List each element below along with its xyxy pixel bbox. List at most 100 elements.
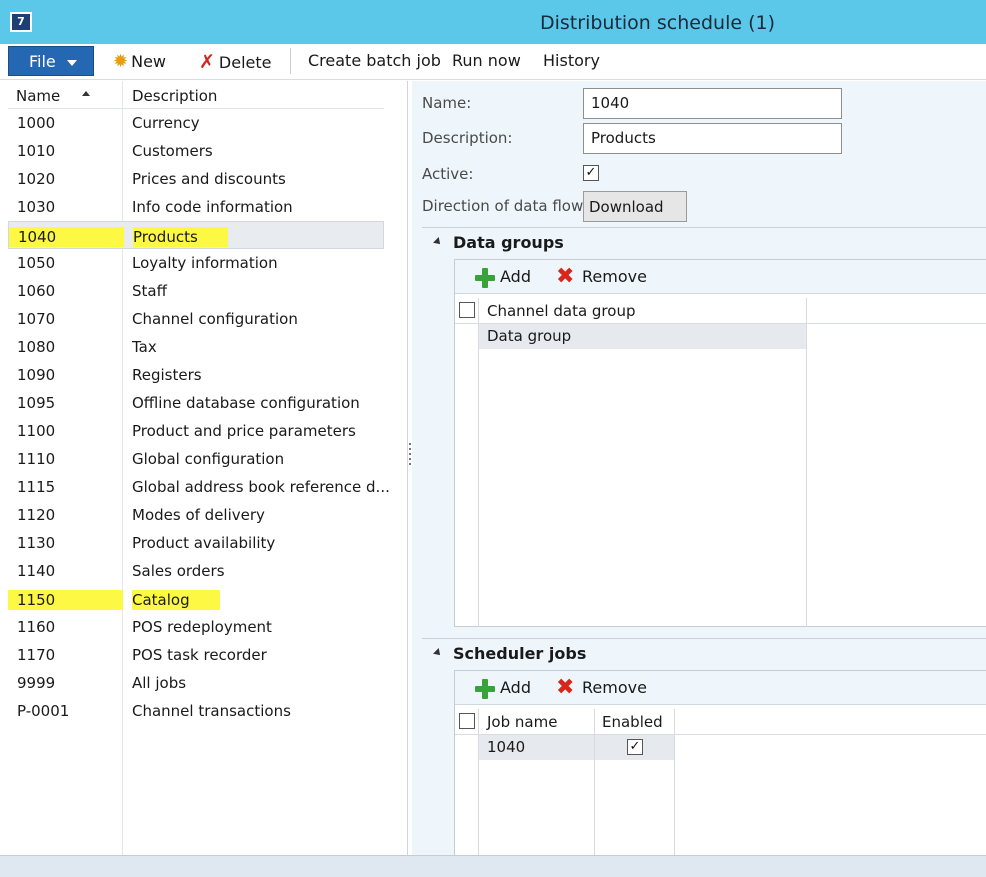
- enabled-checkbox[interactable]: ✓: [627, 739, 643, 755]
- list-item-description: Product and price parameters: [132, 422, 356, 440]
- data-groups-add-button[interactable]: Add: [500, 267, 531, 286]
- list-item[interactable]: 1030 Info code information: [8, 193, 384, 221]
- direction-field[interactable]: Download: [583, 191, 687, 222]
- list-item-name: 1140: [17, 562, 56, 580]
- new-sun-icon: ✹: [113, 51, 129, 72]
- scheduler-jobs-toolbar: Add ✖ Remove: [455, 671, 986, 705]
- title-bar: 7 Distribution schedule (1): [0, 0, 986, 44]
- collapse-triangle-icon: [433, 237, 443, 247]
- scheduler-jobs-remove-button[interactable]: Remove: [582, 678, 647, 697]
- name-label: Name:: [422, 94, 472, 112]
- list-item[interactable]: 1120 Modes of delivery: [8, 501, 384, 529]
- list-item-description: Products: [133, 227, 228, 247]
- list-item[interactable]: 1150 Catalog: [8, 585, 384, 613]
- name-field[interactable]: 1040: [583, 88, 842, 119]
- list-item-name: 1070: [17, 310, 56, 328]
- data-groups-remove-button[interactable]: Remove: [582, 267, 647, 286]
- list-item[interactable]: 1070 Channel configuration: [8, 305, 384, 333]
- list-item-name: 1150: [8, 590, 123, 610]
- description-label: Description:: [422, 129, 513, 147]
- description-field[interactable]: Products: [583, 123, 842, 154]
- list-item-name: 1020: [17, 170, 56, 188]
- run-now-button[interactable]: Run now: [452, 51, 521, 70]
- column-header-enabled[interactable]: Enabled: [602, 713, 663, 731]
- scheduler-jobs-add-button[interactable]: Add: [500, 678, 531, 697]
- list-item-name: 1100: [17, 422, 56, 440]
- list-item[interactable]: 1010 Customers: [8, 137, 384, 165]
- file-menu-button[interactable]: File: [8, 46, 94, 76]
- chevron-down-icon: [67, 60, 77, 66]
- app-logo-icon[interactable]: 7: [10, 12, 32, 32]
- grid-divider: [478, 709, 479, 856]
- list-item-name: 1000: [17, 114, 56, 132]
- list-item-description: Global configuration: [132, 450, 285, 468]
- list-rows: 1000 Currency 1010 Customers 1020 Prices and …: [8, 109, 390, 725]
- list-item[interactable]: 1100 Product and price parameters: [8, 417, 384, 445]
- file-menu-label: File: [29, 52, 56, 71]
- list-item-description: Prices and discounts: [132, 170, 286, 188]
- list-item[interactable]: 9999 All jobs: [8, 669, 384, 697]
- direction-label: Direction of data flow:: [422, 197, 588, 215]
- list-item[interactable]: 1060 Staff: [8, 277, 384, 305]
- list-header: Name Description: [8, 81, 384, 109]
- list-item-name: 1130: [17, 534, 56, 552]
- list-item[interactable]: 1130 Product availability: [8, 529, 384, 557]
- list-item[interactable]: 1090 Registers: [8, 361, 384, 389]
- list-item-name: P-0001: [17, 702, 70, 720]
- list-item[interactable]: 1000 Currency: [8, 109, 384, 137]
- list-item-name: 1040: [9, 227, 124, 247]
- list-item-description: All jobs: [132, 674, 187, 692]
- scheduler-jobs-header[interactable]: Scheduler jobs: [422, 638, 986, 668]
- column-header-job-name[interactable]: Job name: [487, 713, 557, 731]
- list-item-description: POS task recorder: [132, 646, 267, 664]
- history-button[interactable]: History: [543, 51, 600, 70]
- list-item-name: 1010: [17, 142, 56, 160]
- list-item[interactable]: 1040 Products: [8, 221, 384, 249]
- new-button[interactable]: ✹ New: [113, 51, 166, 72]
- list-item-description: Channel transactions: [132, 702, 291, 720]
- list-item-description: Product availability: [132, 534, 276, 552]
- table-row[interactable]: Data group: [479, 324, 806, 349]
- list-item[interactable]: 1110 Global configuration: [8, 445, 384, 473]
- list-item[interactable]: P-0001 Channel transactions: [8, 697, 384, 725]
- list-item[interactable]: 1160 POS redeployment: [8, 613, 384, 641]
- list-item-name: 1030: [17, 198, 56, 216]
- active-checkbox[interactable]: ✓: [583, 165, 599, 181]
- delete-button[interactable]: ✗ Delete: [199, 51, 272, 73]
- select-all-checkbox[interactable]: [459, 302, 475, 318]
- list-item[interactable]: 1080 Tax: [8, 333, 384, 361]
- scheduler-jobs-grid: Add ✖ Remove Job name Enabled 1040 ✓: [454, 670, 986, 856]
- list-item-description: Registers: [132, 366, 202, 384]
- column-header-channel-data-group[interactable]: Channel data group: [487, 302, 635, 320]
- list-item-description: POS redeployment: [132, 618, 272, 636]
- collapse-triangle-icon: [433, 648, 443, 658]
- list-item-description: Offline database configuration: [132, 394, 360, 412]
- list-item-description: Sales orders: [132, 562, 225, 580]
- list-item-description: Currency: [132, 114, 200, 132]
- delete-button-label: Delete: [218, 53, 272, 72]
- list-item-name: 1095: [17, 394, 56, 412]
- list-item[interactable]: 1050 Loyalty information: [8, 249, 384, 277]
- list-item-name: 1050: [17, 254, 56, 272]
- scheduler-jobs-title: Scheduler jobs: [453, 644, 587, 663]
- create-batch-job-button[interactable]: Create batch job: [308, 51, 441, 70]
- sort-ascending-icon: [82, 91, 90, 96]
- column-header-description[interactable]: Description: [132, 87, 217, 105]
- list-item-name: 1115: [17, 478, 56, 496]
- list-item[interactable]: 1170 POS task recorder: [8, 641, 384, 669]
- column-header-name[interactable]: Name: [16, 87, 60, 105]
- list-item-description: Global address book reference d...: [132, 478, 390, 496]
- list-item-description: Customers: [132, 142, 213, 160]
- list-item-name: 1110: [17, 450, 56, 468]
- list-item-description: Loyalty information: [132, 254, 278, 272]
- select-all-checkbox[interactable]: [459, 713, 475, 729]
- table-row[interactable]: 1040 ✓: [479, 735, 674, 760]
- grid-divider: [674, 709, 675, 856]
- list-item[interactable]: 1115 Global address book reference d...: [8, 473, 390, 501]
- list-item[interactable]: 1095 Offline database configuration: [8, 389, 384, 417]
- list-item[interactable]: 1140 Sales orders: [8, 557, 384, 585]
- scheduler-jobs-header-row: Job name Enabled: [455, 709, 986, 735]
- data-groups-header[interactable]: Data groups: [422, 227, 986, 257]
- list-item-name: 1160: [17, 618, 56, 636]
- list-item[interactable]: 1020 Prices and discounts: [8, 165, 384, 193]
